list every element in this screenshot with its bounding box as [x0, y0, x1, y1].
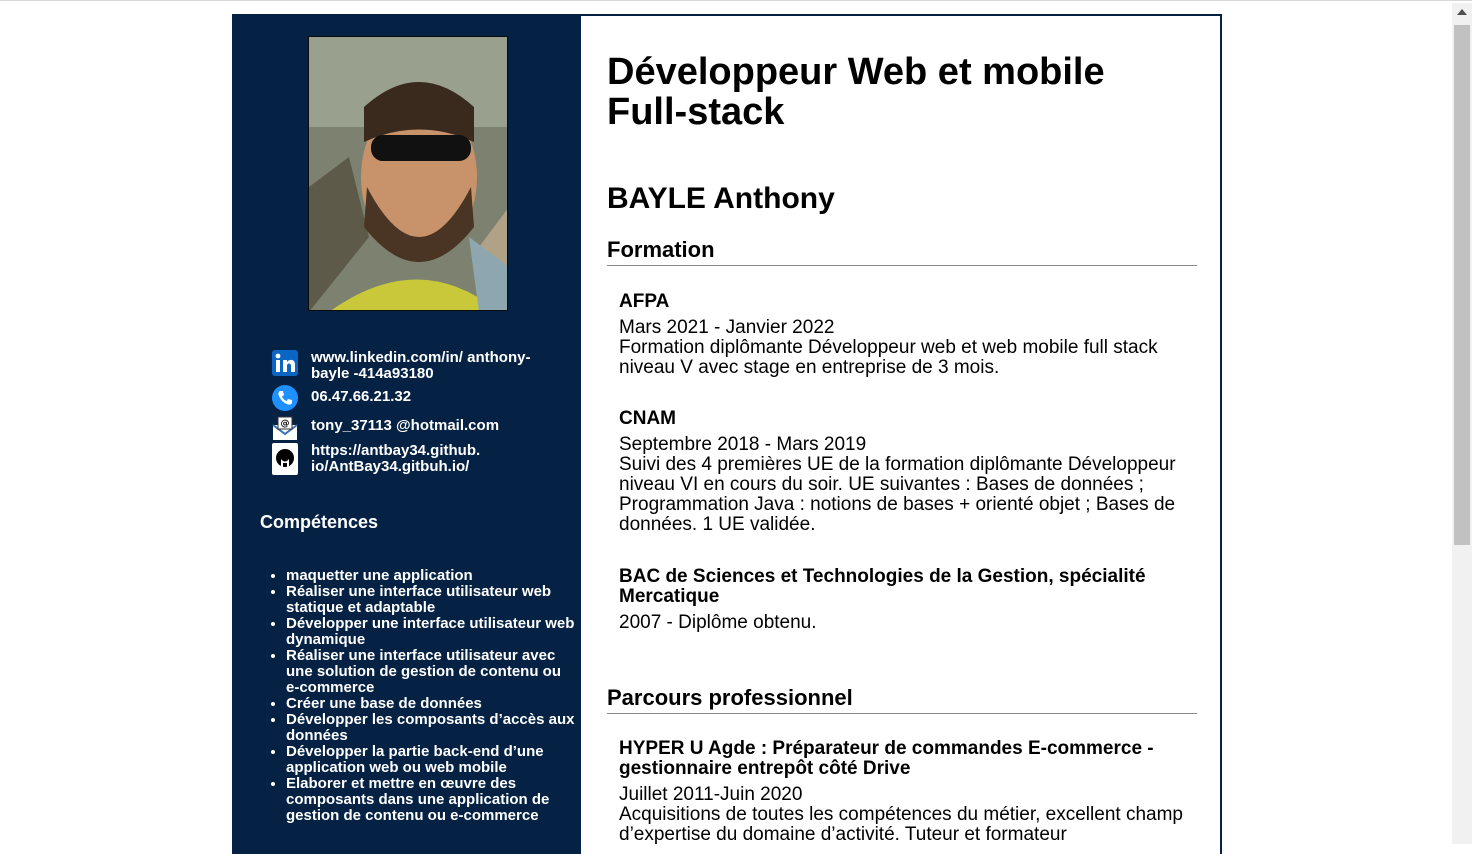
parcours-section-title: Parcours professionnel: [607, 685, 1197, 714]
svg-text:@: @: [281, 419, 290, 429]
linkedin-icon: [272, 350, 298, 376]
skill-item: Développer la partie back-end d’une appl…: [286, 744, 576, 776]
formation-dates: 2007 - Diplôme obtenu.: [619, 612, 817, 633]
scrollbar-thumb[interactable]: [1454, 25, 1470, 545]
email-address[interactable]: tony_37113 @hotmail.com: [311, 418, 556, 434]
browser-top-border: [0, 0, 1472, 4]
page-title: Développeur Web et mobile Full-stack: [607, 51, 1105, 133]
formation-description: Formation diplômante Développeur web et …: [619, 337, 1158, 378]
profile-photo: [308, 36, 508, 311]
email-icon: @: [272, 416, 298, 442]
skills-title: Compétences: [260, 512, 379, 532]
job-description: Acquisitions de toutes les compétences d…: [619, 804, 1183, 845]
job-dates: Juillet 2011-Juin 2020: [619, 784, 803, 805]
skill-item: Elaborer et mettre en œuvre des composan…: [286, 776, 576, 824]
formation-dates: Mars 2021 - Janvier 2022: [619, 317, 835, 338]
github-icon: [272, 443, 298, 475]
formation-entry: BAC de Sciences et Technologies de la Ge…: [619, 567, 1189, 633]
vertical-scrollbar[interactable]: [1452, 3, 1472, 844]
sidebar: www.linkedin.com/in/ anthony-bayle -414a…: [234, 16, 581, 854]
job-title: HYPER U Agde : Préparateur de commandes …: [619, 738, 1154, 779]
phone-number[interactable]: 06.47.66.21.32: [311, 389, 556, 405]
formation-school: AFPA: [619, 291, 670, 312]
skill-item: Développer les composants d’accès aux do…: [286, 712, 576, 744]
formation-section-title: Formation: [607, 237, 1197, 266]
skill-item: Développer une interface utilisateur web…: [286, 616, 576, 648]
phone-icon: [272, 385, 298, 411]
skills-list: maquetter une application Réaliser une i…: [264, 568, 576, 824]
person-name: BAYLE Anthony: [607, 182, 835, 215]
skill-item: Réaliser une interface utilisateur avec …: [286, 648, 576, 696]
skill-item: Créer une base de données: [286, 696, 576, 712]
job-entry: HYPER U Agde : Préparateur de commandes …: [619, 739, 1189, 845]
formation-school: BAC de Sciences et Technologies de la Ge…: [619, 566, 1146, 607]
formation-entry: AFPA Mars 2021 - Janvier 2022 Formation …: [619, 292, 1189, 378]
skill-item: Réaliser une interface utilisateur web s…: [286, 584, 576, 616]
formation-school: CNAM: [619, 408, 676, 429]
scroll-up-arrow-icon[interactable]: [1457, 9, 1467, 15]
cv-page: www.linkedin.com/in/ anthony-bayle -414a…: [232, 14, 1222, 854]
skill-item: maquetter une application: [286, 568, 576, 584]
linkedin-link[interactable]: www.linkedin.com/in/ anthony-bayle -414a…: [311, 350, 556, 382]
formation-entry: CNAM Septembre 2018 - Mars 2019 Suivi de…: [619, 409, 1189, 535]
github-link[interactable]: https://antbay34.github. io/AntBay34.git…: [311, 443, 556, 475]
formation-dates: Septembre 2018 - Mars 2019: [619, 434, 867, 455]
formation-description: Suivi des 4 premières UE de la formation…: [619, 454, 1176, 535]
